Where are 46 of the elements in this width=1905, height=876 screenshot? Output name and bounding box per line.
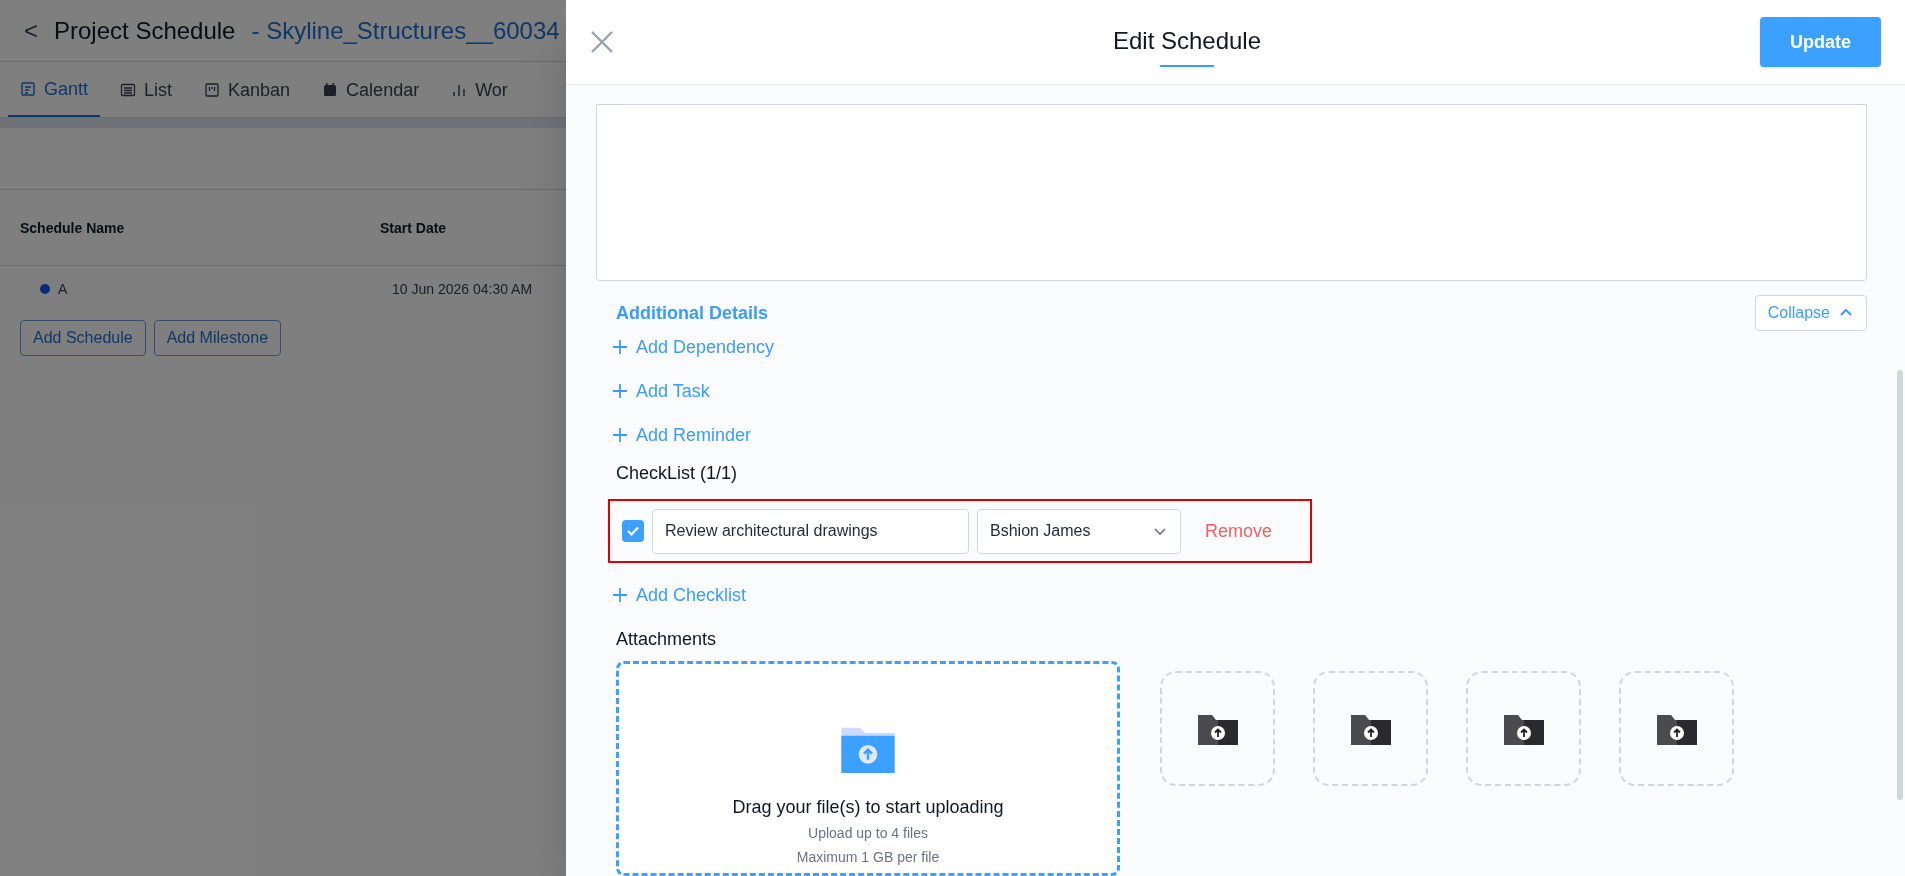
list-icon <box>120 81 137 98</box>
drop-zone-title: Drag your file(s) to start uploading <box>732 796 1004 819</box>
view-tab[interactable]: List <box>108 62 185 117</box>
plus-icon <box>612 383 628 399</box>
drop-zone-hint: Upload up to 4 files <box>808 824 928 843</box>
calendar-icon <box>322 81 339 98</box>
drop-zone-hint: Maximum 1 GB per file <box>796 848 940 867</box>
view-tab[interactable]: Wor <box>439 62 520 117</box>
attachment-slot[interactable] <box>1160 671 1275 786</box>
plus-icon <box>612 427 628 443</box>
close-icon[interactable] <box>590 30 614 54</box>
attachments-title: Attachments <box>615 628 718 651</box>
checklist-text-field[interactable]: Review architectural drawings <box>652 508 969 554</box>
section-title: Additional Details <box>616 302 768 325</box>
description-field[interactable] <box>596 104 1867 281</box>
add-link[interactable]: Add Checklist <box>596 583 747 607</box>
document-icon <box>20 80 36 97</box>
checklist-title: CheckList (1/1) <box>615 462 739 485</box>
remove-link[interactable]: Remove <box>1205 517 1273 545</box>
collapse-button[interactable]: Collapse <box>1754 295 1867 331</box>
column-header: Schedule Name <box>20 218 126 238</box>
plus-icon <box>612 587 628 603</box>
attachment-slot[interactable] <box>1619 671 1734 786</box>
assignee-select[interactable]: Bshion James <box>977 508 1181 554</box>
board-icon <box>204 81 221 98</box>
column-header: Start Date <box>380 218 448 238</box>
drawer-title: Edit Schedule <box>1112 26 1262 56</box>
view-tab[interactable]: Calendar <box>310 62 432 117</box>
plus-icon <box>612 339 628 355</box>
checkbox[interactable] <box>622 520 644 542</box>
add-button[interactable]: Add Milestone <box>153 320 282 356</box>
update-button[interactable]: Update <box>1760 17 1881 67</box>
back-button[interactable]: < <box>24 14 38 47</box>
add-link[interactable]: Add Task <box>612 379 1867 403</box>
attachment-slot[interactable] <box>1466 671 1581 786</box>
table-cell-text: A <box>58 280 68 299</box>
file-drop-zone[interactable]: Drag your file(s) to start uploading Upload up to 4 files Maximum 1 GB per file <box>616 661 1120 876</box>
add-button[interactable]: Add Schedule <box>20 320 146 356</box>
view-tab[interactable]: Kanban <box>192 62 303 117</box>
add-link[interactable]: Add Dependency <box>612 335 1867 359</box>
page-title: Project Schedule <box>54 15 236 46</box>
attachment-slot[interactable] <box>1313 671 1428 786</box>
add-link[interactable]: Add Reminder <box>612 423 1867 447</box>
scrollbar-thumb[interactable] <box>1897 370 1903 800</box>
project-name: - Skyline_Structures__60034 <box>251 15 560 46</box>
table-cell-text: 10 Jun 2026 04:30 AM <box>391 280 534 299</box>
